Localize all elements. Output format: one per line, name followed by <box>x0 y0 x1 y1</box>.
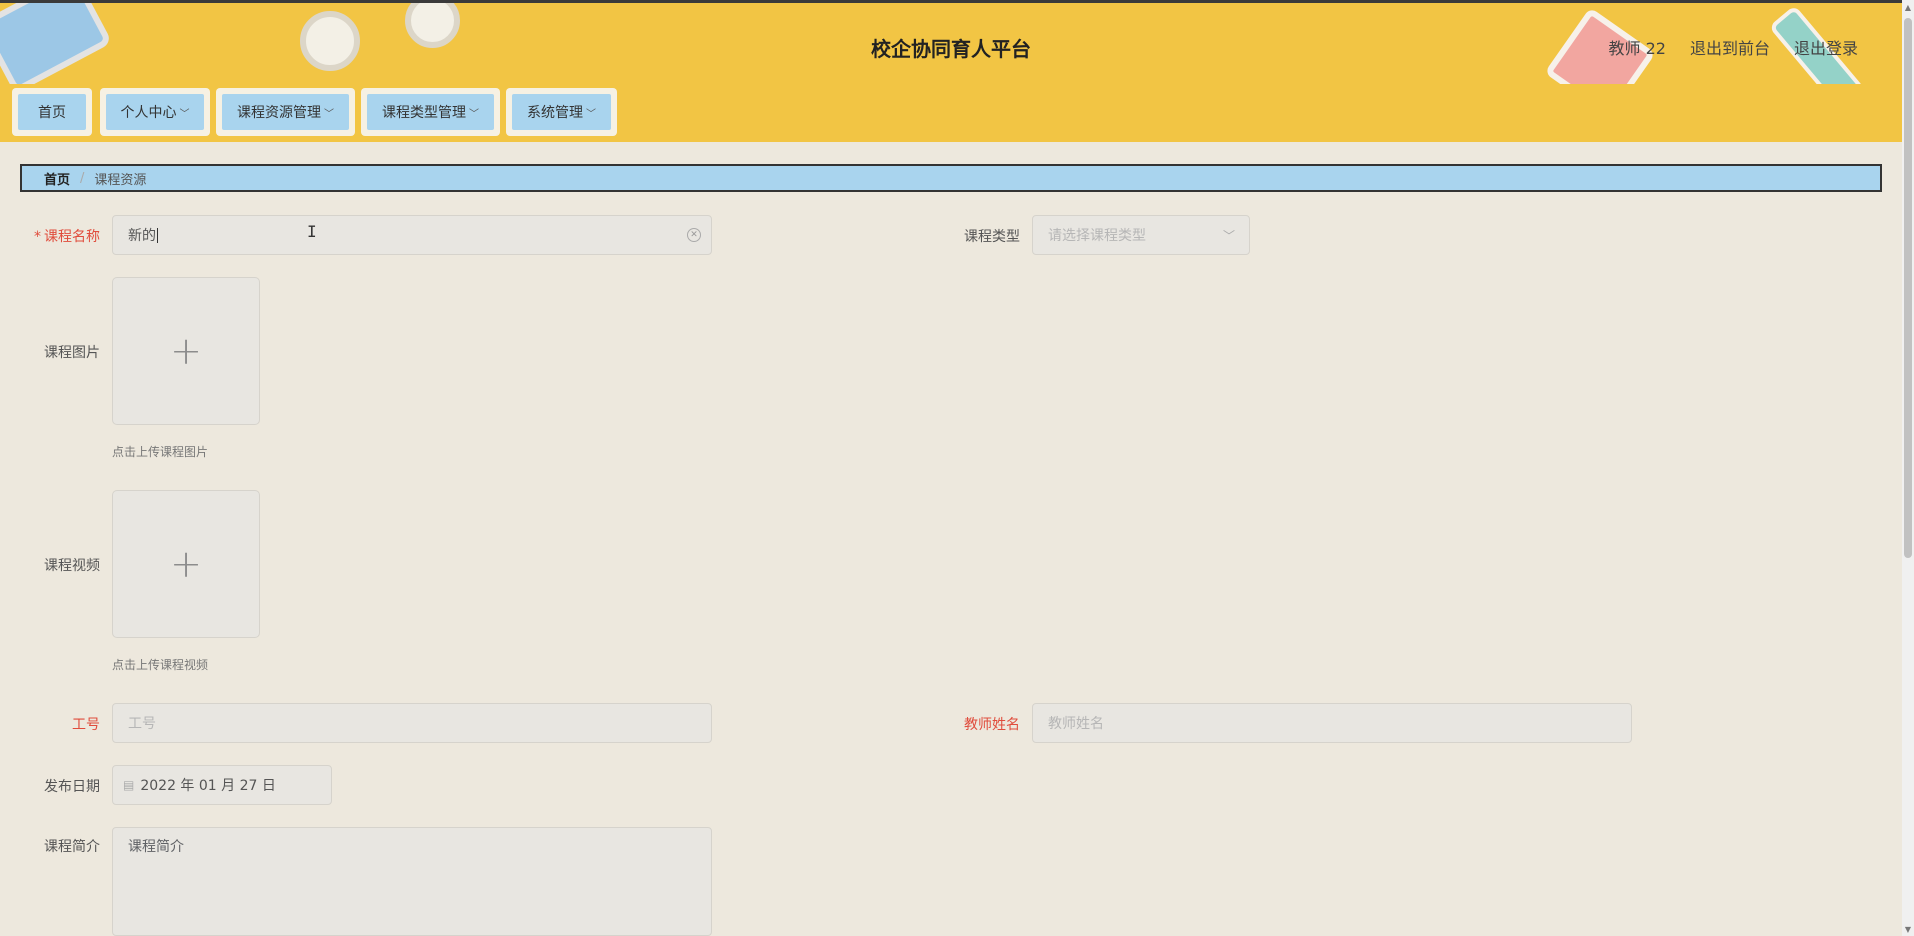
top-header: 校企协同育人平台 教师 22 退出到前台 退出登录 <box>0 0 1902 84</box>
nav-item-label: 个人中心 <box>120 105 177 121</box>
teacher-name-placeholder: 教师姓名 <box>1048 716 1104 732</box>
chevron-down-icon: ﹀ <box>179 108 190 120</box>
nav-item-home[interactable]: 首页 <box>12 88 92 136</box>
calendar-icon: ▤ <box>123 778 135 792</box>
course-video-upload[interactable]: + <box>112 490 260 638</box>
course-video-hint: 点击上传课程视频 <box>112 658 209 672</box>
plus-icon: + <box>170 542 202 586</box>
logout-link[interactable]: 退出登录 <box>1794 35 1858 59</box>
chevron-down-icon: ﹀ <box>586 108 596 120</box>
scroll-down-arrow-icon[interactable]: ▼ <box>1902 922 1914 936</box>
chevron-down-icon: ﹀ <box>469 108 479 120</box>
course-name-input[interactable]: 新的 ✕ <box>112 215 712 255</box>
chevron-down-icon: ﹀ <box>324 108 334 120</box>
breadcrumb-separator: / <box>80 170 85 186</box>
breadcrumb-home[interactable]: 首页 <box>44 169 70 188</box>
page-scrollbar[interactable]: ▲ ▼ <box>1902 0 1914 936</box>
nav-item-label: 系统管理 <box>527 105 583 121</box>
main-nav: 首页 个人中心 ﹀ 课程资源管理 ﹀ 课程类型管理 ﹀ 系统管理 ﹀ <box>0 84 1902 142</box>
course-image-label: 课程图片 <box>44 345 100 361</box>
intro-label: 课程简介 <box>44 839 100 855</box>
course-name-value: 新的 <box>128 228 156 244</box>
nav-item-personal-center[interactable]: 个人中心 ﹀ <box>100 88 210 136</box>
course-name-label: * 课程名称 <box>34 229 100 245</box>
nav-item-course-type[interactable]: 课程类型管理 ﹀ <box>361 88 500 136</box>
nav-item-label: 首页 <box>38 105 66 121</box>
nav-item-course-resource[interactable]: 课程资源管理 ﹀ <box>216 88 355 136</box>
plus-icon: + <box>170 329 202 373</box>
chevron-down-icon: ﹀ <box>1222 229 1235 243</box>
course-video-label: 课程视频 <box>44 558 100 574</box>
publish-date-value: 2022 年 01 月 27 日 <box>140 778 276 794</box>
publish-date-input[interactable]: ▤ 2022 年 01 月 27 日 <box>112 765 332 805</box>
intro-textarea[interactable]: 课程简介 <box>112 827 712 936</box>
text-caret <box>157 227 158 243</box>
intro-placeholder: 课程简介 <box>128 839 184 855</box>
job-no-label: 工号 <box>72 717 100 733</box>
mouse-ibeam-cursor-icon: I <box>307 222 317 241</box>
course-image-upload[interactable]: + <box>112 277 260 425</box>
required-mark: * <box>34 229 41 245</box>
nav-item-system[interactable]: 系统管理 ﹀ <box>506 88 617 136</box>
scrollbar-thumb[interactable] <box>1904 18 1912 558</box>
course-type-placeholder: 请选择课程类型 <box>1048 228 1146 244</box>
user-links: 教师 22 退出到前台 退出登录 <box>1609 35 1858 59</box>
teacher-name-input[interactable]: 教师姓名 <box>1032 703 1632 743</box>
publish-date-label: 发布日期 <box>44 779 100 795</box>
job-no-input[interactable]: 工号 <box>112 703 712 743</box>
nav-item-label: 课程资源管理 <box>237 105 321 121</box>
job-no-placeholder: 工号 <box>128 716 156 732</box>
nav-item-label: 课程类型管理 <box>382 105 466 121</box>
course-image-hint: 点击上传课程图片 <box>112 445 209 459</box>
course-type-label: 课程类型 <box>964 229 1020 245</box>
breadcrumb: 首页 / 课程资源 <box>20 164 1882 192</box>
course-type-select[interactable]: 请选择课程类型 ﹀ <box>1032 215 1250 255</box>
current-user: 教师 22 <box>1608 39 1666 58</box>
exit-to-front-link[interactable]: 退出到前台 <box>1690 35 1770 59</box>
scroll-up-arrow-icon[interactable]: ▲ <box>1902 0 1914 14</box>
teacher-name-label: 教师姓名 <box>964 717 1020 733</box>
clear-icon[interactable]: ✕ <box>687 228 701 242</box>
breadcrumb-current: 课程资源 <box>94 172 147 188</box>
